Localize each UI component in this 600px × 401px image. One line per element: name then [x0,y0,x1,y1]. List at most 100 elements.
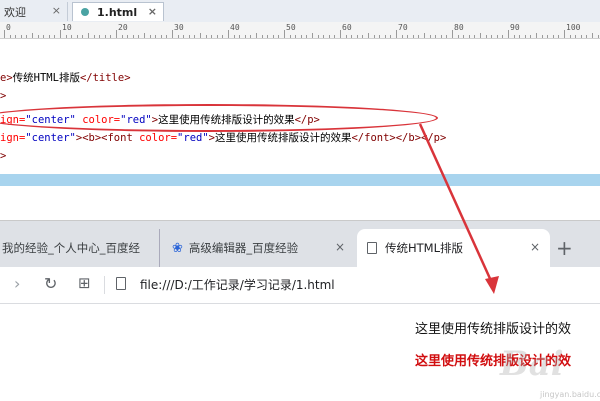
ruler-tick [144,33,145,38]
ruler-tick [513,35,515,38]
browser-tab-label: 高级编辑器_百度经验 [188,241,299,255]
ruler-tick [569,35,571,38]
browser-tab-label: 传统HTML排版 [385,241,464,255]
close-icon[interactable]: × [52,4,61,17]
ruler-tick [580,35,582,38]
ruler-tick [379,35,381,38]
ruler-tick [172,30,173,38]
ruler-label: 10 [62,23,72,32]
divider [104,276,105,294]
ruler-tick [54,35,56,38]
apps-button[interactable]: ⊞ [78,274,91,292]
ruler-tick [166,35,168,38]
ruler-tick [306,35,308,38]
url-input[interactable]: file:///D:/工作记录/学习记录/1.html [140,276,335,293]
ruler-tick [272,35,274,38]
tab-1-html-label: 1.html [97,5,138,19]
ruler-tick [474,35,476,38]
ruler-tick [295,35,297,38]
ruler-label: 80 [454,23,464,32]
ruler-tick [233,35,235,38]
browser-tab-advanced-editor[interactable]: ❀ 高级编辑器_百度经验 × [160,229,355,267]
ruler-tick [547,35,549,38]
close-icon[interactable]: × [148,5,157,18]
ruler-tick [261,35,263,38]
ruler-tick [328,35,330,38]
ruler-tick [429,35,431,38]
close-icon[interactable]: × [530,240,540,254]
ruler-tick [485,35,487,38]
ruler-tick [160,35,162,38]
ruler-tick [88,33,89,38]
tab-1-html[interactable]: 1.html × [72,2,164,21]
code-line: > [0,90,7,102]
ruler-tick [496,35,498,38]
ruler-tick [15,35,17,38]
ruler-tick [468,35,470,38]
document-icon [367,242,377,254]
ruler-tick [362,35,364,38]
close-icon[interactable]: × [335,240,345,254]
ruler-tick [440,35,442,38]
ruler-tick [37,35,39,38]
ruler-tick [312,33,313,38]
forward-button[interactable]: › [14,274,20,293]
ruler-tick [452,30,453,38]
ruler-label: 60 [342,23,352,32]
ruler-label: 0 [6,23,11,32]
ruler-tick [267,35,269,38]
ruler-tick [4,30,5,38]
ruler-label: 50 [286,23,296,32]
ruler-tick [26,35,28,38]
ruler-tick [558,35,560,38]
ruler-label: 20 [118,23,128,32]
ruler-tick [76,35,78,38]
ruler-tick [205,35,207,38]
ruler-tick [48,35,50,38]
ruler-tick [194,35,196,38]
ruler-label: 90 [510,23,520,32]
baidu-watermark: Bai [500,344,564,384]
annotation-ellipse [0,104,438,132]
ruler-tick [491,35,493,38]
ruler-tick [508,30,509,38]
ruler-label: 70 [398,23,408,32]
paragraph-plain: 这里使用传统排版设计的效 [415,322,572,337]
ruler-tick [99,35,101,38]
ruler-tick [284,30,285,38]
ruler-tick [424,33,425,38]
ruler-label: 100 [566,23,581,32]
ruler-tick [317,35,319,38]
ruler-tick [177,35,179,38]
current-line-highlight [0,174,600,186]
ruler-tick [32,33,33,38]
ruler-tick [43,35,45,38]
browser-tab-traditional-html[interactable]: 传统HTML排版 × [357,229,550,267]
ruler-tick [502,35,504,38]
file-status-icon [81,8,89,16]
ruler-tick [536,33,537,38]
browser-tab-my-experience[interactable]: 我的经验_个人中心_百度经 [0,229,160,267]
ruler-tick [65,35,67,38]
page-info-icon[interactable] [116,277,126,290]
new-tab-button[interactable]: + [556,236,573,260]
ruler-tick [323,35,325,38]
ruler-tick [222,35,224,38]
code-line: > [0,150,7,162]
ruler-tick [446,35,448,38]
ruler-tick [340,30,341,38]
ruler-label: 30 [174,23,184,32]
ruler-tick [211,35,213,38]
ruler-tick [93,35,95,38]
reload-button[interactable]: ↻ [44,274,57,293]
ruler-tick [300,35,302,38]
ruler-tick [373,35,375,38]
ruler-label: 40 [230,23,240,32]
baidu-watermark-url: jingyan.baidu.com [540,390,600,399]
code-line-font: ign="center"><b><font color="red">这里使用传统… [0,132,447,144]
ruler-tick [586,35,588,38]
ruler-tick [149,35,151,38]
ruler-tick [9,35,11,38]
tab-welcome[interactable]: 欢迎 × [0,2,68,21]
ruler-tick [155,35,157,38]
